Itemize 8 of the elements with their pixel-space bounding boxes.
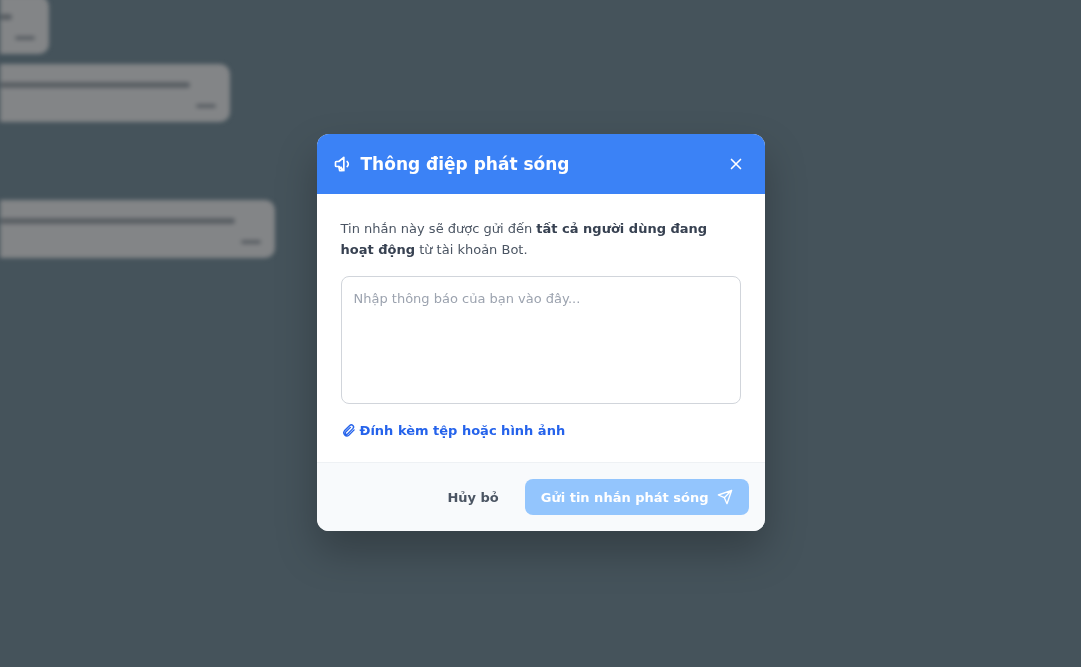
cancel-button[interactable]: Hủy bỏ [431, 479, 515, 515]
attach-link[interactable]: Đính kèm tệp hoặc hình ảnh [340, 423, 566, 438]
paperclip-icon [340, 423, 356, 438]
message-field[interactable]: Nhập thông báo của bạn vào đây... [340, 276, 741, 404]
send-icon [716, 489, 733, 505]
dialog-title: Thông điệp phát sóng [360, 154, 571, 174]
blurred-message-bubble [0, 0, 49, 54]
dialog-description: Tin nhắn này sẽ được gửi đến tất cả người dùng đang hoạt động từ tài khoản Bot. [340, 220, 709, 259]
